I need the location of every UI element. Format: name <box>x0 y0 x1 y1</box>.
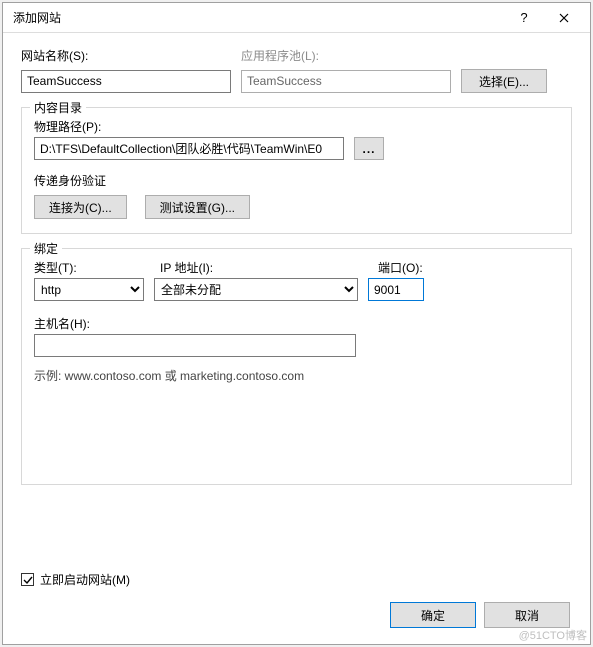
binding-title: 绑定 <box>30 240 62 257</box>
connect-as-button[interactable]: 连接为(C)... <box>34 195 127 219</box>
hostname-example: 示例: www.contoso.com 或 marketing.contoso.… <box>34 367 559 384</box>
start-immediately-label: 立即启动网站(M) <box>40 571 130 588</box>
content-directory-group: 内容目录 物理路径(P): ... 传递身份验证 连接为(C)... 测试设置(… <box>21 107 572 234</box>
ellipsis-icon: ... <box>362 142 375 156</box>
port-input[interactable] <box>368 278 424 301</box>
start-immediately-checkbox[interactable] <box>21 573 34 586</box>
pass-through-auth-label: 传递身份验证 <box>34 172 559 189</box>
dialog-title: 添加网站 <box>13 9 504 26</box>
ok-button[interactable]: 确定 <box>390 602 476 628</box>
titlebar: 添加网站 ? <box>3 3 590 33</box>
content-directory-title: 内容目录 <box>30 99 86 116</box>
add-website-dialog: 添加网站 ? 网站名称(S): 应用程序池(L): TeamSuccess 选择… <box>2 2 591 645</box>
binding-group: 绑定 类型(T): IP 地址(I): 端口(O): http 全部未分配 主 <box>21 248 572 485</box>
app-pool-field: TeamSuccess <box>241 70 451 93</box>
hostname-input[interactable] <box>34 334 356 357</box>
type-label: 类型(T): <box>34 259 150 276</box>
dialog-body: 网站名称(S): 应用程序池(L): TeamSuccess 选择(E)... … <box>3 33 590 644</box>
close-button[interactable] <box>544 4 584 32</box>
select-app-pool-button[interactable]: 选择(E)... <box>461 69 547 93</box>
physical-path-label: 物理路径(P): <box>34 118 559 135</box>
browse-path-button[interactable]: ... <box>354 137 384 160</box>
help-button[interactable]: ? <box>504 4 544 32</box>
app-pool-label: 应用程序池(L): <box>241 47 451 64</box>
physical-path-input[interactable] <box>34 137 344 160</box>
close-icon <box>559 13 569 23</box>
type-select[interactable]: http <box>34 278 144 301</box>
port-label: 端口(O): <box>378 259 438 276</box>
ip-label: IP 地址(I): <box>160 259 368 276</box>
test-settings-button[interactable]: 测试设置(G)... <box>145 195 250 219</box>
site-name-input[interactable] <box>21 70 231 93</box>
site-name-label: 网站名称(S): <box>21 47 231 64</box>
checkmark-icon <box>23 575 33 585</box>
dialog-footer: 确定 取消 <box>21 602 572 634</box>
hostname-label: 主机名(H): <box>34 315 559 332</box>
ip-select[interactable]: 全部未分配 <box>154 278 358 301</box>
cancel-button[interactable]: 取消 <box>484 602 570 628</box>
start-immediately-row[interactable]: 立即启动网站(M) <box>21 571 572 588</box>
